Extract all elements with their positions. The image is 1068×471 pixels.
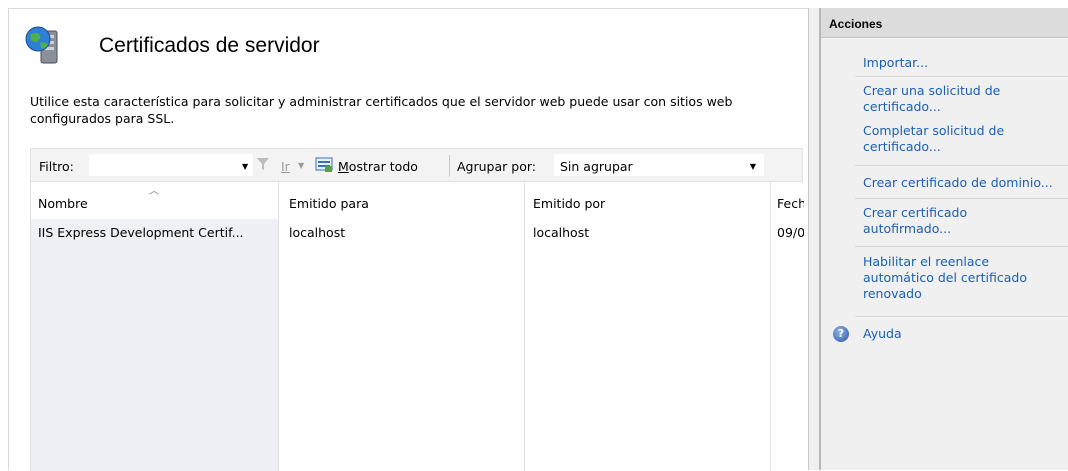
funnel-icon[interactable] xyxy=(257,158,269,171)
go-button[interactable]: Ir xyxy=(281,159,290,174)
sort-ascending-icon: ︿ xyxy=(149,186,159,197)
toolbar-separator xyxy=(449,155,450,177)
group-by-value: Sin agrupar xyxy=(560,159,633,174)
column-divider[interactable] xyxy=(524,182,525,471)
action-divider xyxy=(855,76,1068,77)
cell-issued-by[interactable]: localhost xyxy=(533,225,589,240)
action-import[interactable]: Importar... xyxy=(863,55,1063,71)
action-divider xyxy=(855,316,1068,317)
column-header-date[interactable]: Fech xyxy=(777,196,804,211)
list-header xyxy=(31,182,804,219)
column-divider[interactable] xyxy=(278,182,279,471)
column-header-issued-to[interactable]: Emitido para xyxy=(289,196,369,211)
certificates-list: ︿ Nombre Emitido para Emitido por Fech I… xyxy=(30,182,804,471)
column-divider[interactable] xyxy=(770,182,771,471)
chevron-down-icon: ▼ xyxy=(749,162,756,171)
cell-name[interactable]: IIS Express Development Certif... xyxy=(38,225,276,240)
actions-panel: Acciones Importar... Crear una solicitud… xyxy=(820,8,1068,470)
go-dropdown-arrow-icon[interactable]: ▼ xyxy=(298,161,304,170)
actions-title: Acciones xyxy=(829,17,883,31)
action-create-self-signed-certificate[interactable]: Crear certificado autofirmado... xyxy=(863,205,1013,237)
column-header-name[interactable]: Nombre xyxy=(38,196,88,211)
filter-dropdown-arrow-icon[interactable]: ▼ xyxy=(242,162,248,171)
group-by-label: Agrupar por: xyxy=(457,159,536,174)
action-help[interactable]: Ayuda xyxy=(863,326,1063,342)
feature-description: Utilice esta característica para solicit… xyxy=(30,94,733,126)
selected-column-band xyxy=(31,219,278,471)
action-create-certificate-request[interactable]: Crear una solicitud de certificado... xyxy=(863,83,1033,115)
server-globe-icon xyxy=(25,26,58,64)
help-icon[interactable]: ? xyxy=(833,326,849,342)
filter-toolbar: Filtro: ▼ Ir ▼ Mostrar todo Agrupar por:… xyxy=(30,148,803,182)
cell-date[interactable]: 09/0 xyxy=(777,225,804,240)
show-all-icon[interactable] xyxy=(315,157,333,173)
cell-issued-to[interactable]: localhost xyxy=(289,225,345,240)
filter-label: Filtro: xyxy=(39,159,74,174)
feature-header: Certificados de servidor xyxy=(23,23,803,67)
show-all-button[interactable]: Mostrar todo xyxy=(338,159,418,174)
action-create-domain-certificate[interactable]: Crear certificado de dominio... xyxy=(863,175,1068,191)
filter-input[interactable] xyxy=(89,154,253,176)
pane-splitter[interactable] xyxy=(809,8,820,470)
column-header-issued-by[interactable]: Emitido por xyxy=(533,196,605,211)
action-divider xyxy=(855,246,1068,247)
action-enable-automatic-rebind[interactable]: Habilitar el reenlace automático del cer… xyxy=(863,254,1063,302)
actions-header: Acciones xyxy=(821,8,1068,38)
action-divider xyxy=(855,165,1068,166)
group-by-select[interactable]: Sin agrupar ▼ xyxy=(554,154,764,176)
action-divider xyxy=(855,198,1068,199)
action-complete-certificate-request[interactable]: Completar solicitud de certificado... xyxy=(863,123,1053,155)
page-title: Certificados de servidor xyxy=(99,34,320,57)
feature-pane: Certificados de servidor Utilice esta ca… xyxy=(8,8,809,471)
